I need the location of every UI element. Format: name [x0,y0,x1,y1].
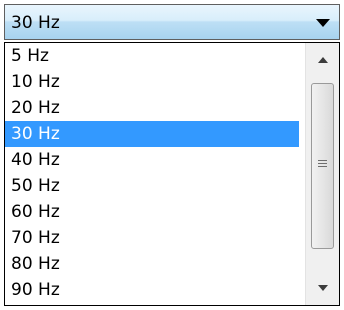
list-item[interactable]: 90 Hz [5,277,299,303]
frequency-combo-box[interactable]: 30 Hz [3,3,341,41]
combo-selected-value: 30 Hz [11,13,60,33]
vertical-scrollbar[interactable] [305,43,339,305]
scrollbar-thumb[interactable] [311,83,334,249]
scroll-up-button[interactable] [306,43,339,77]
list-item[interactable]: 50 Hz [5,173,299,199]
list-item[interactable]: 5 Hz [5,43,299,69]
grip-icon [318,160,327,170]
arrow-down-icon [318,285,328,291]
list-item[interactable]: 80 Hz [5,251,299,277]
frequency-combo-widget: 30 Hz 5 Hz 10 Hz 20 Hz 30 Hz 40 Hz 50 Hz… [0,0,344,310]
list-item[interactable]: 60 Hz [5,199,299,225]
list-item[interactable]: 70 Hz [5,225,299,251]
list-item[interactable]: 20 Hz [5,95,299,121]
list-item[interactable]: 10 Hz [5,69,299,95]
list-item[interactable]: 40 Hz [5,147,299,173]
frequency-dropdown-list: 5 Hz 10 Hz 20 Hz 30 Hz 40 Hz 50 Hz 60 Hz… [4,42,340,306]
chevron-down-icon[interactable] [316,19,330,27]
scroll-down-button[interactable] [306,271,339,305]
option-list: 5 Hz 10 Hz 20 Hz 30 Hz 40 Hz 50 Hz 60 Hz… [5,43,299,305]
arrow-up-icon [318,57,328,63]
list-item-selected[interactable]: 30 Hz [5,121,299,147]
